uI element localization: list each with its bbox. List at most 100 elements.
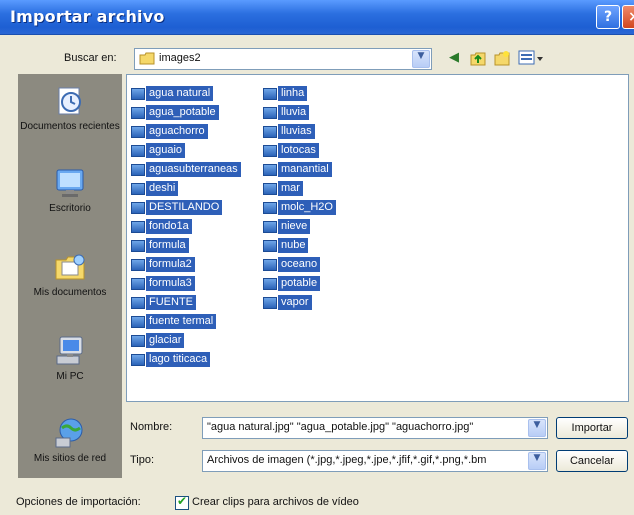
title-bar[interactable]: Importar archivo ? ×: [0, 0, 634, 35]
create-clips-checkbox[interactable]: ✔: [175, 494, 189, 510]
image-file-icon: [263, 164, 277, 176]
up-folder-button[interactable]: [468, 48, 488, 68]
file-name: DESTILANDO: [146, 200, 223, 215]
place-my-documents[interactable]: Mis documentos: [18, 250, 122, 299]
file-name: glaciar: [146, 333, 185, 348]
image-file-icon: [263, 183, 277, 195]
back-arrow-icon: ◀: [449, 50, 459, 65]
places-bar: Documentos recientes Escritorio Mis docu…: [18, 74, 122, 478]
file-name: mar: [278, 181, 303, 196]
place-label-my-computer: Mi PC: [56, 371, 84, 382]
image-file-icon: [263, 297, 277, 309]
file-name: oceano: [278, 257, 321, 272]
file-name: molc_H2O: [278, 200, 336, 215]
place-label-network: Mis sitios de red: [33, 453, 107, 464]
close-button[interactable]: ×: [622, 5, 634, 29]
place-label-desktop: Escritorio: [49, 203, 91, 214]
import-button[interactable]: Importar: [556, 417, 628, 439]
place-recent-documents[interactable]: Documentos recientes: [18, 84, 122, 133]
new-folder-icon: [494, 51, 510, 66]
network-places-icon: [55, 418, 83, 448]
image-file-icon: [131, 164, 145, 176]
file-name: vapor: [278, 295, 312, 310]
image-file-icon: [131, 183, 145, 195]
image-file-icon: [131, 107, 145, 119]
image-file-icon: [131, 335, 145, 347]
file-name: formula3: [146, 276, 195, 291]
file-name: potable: [278, 276, 321, 291]
new-folder-button[interactable]: [492, 48, 512, 68]
file-list[interactable]: agua natural agua_potable aguachorro aguaio…: [126, 74, 629, 402]
file-name: fuente termal: [146, 314, 217, 329]
view-menu-button[interactable]: [518, 48, 544, 68]
image-file-icon: [131, 126, 145, 138]
chevron-down-icon[interactable]: ▼: [528, 419, 546, 437]
image-file-icon: [263, 240, 277, 252]
chevron-down-icon[interactable]: ▼: [412, 50, 430, 68]
file-name: lluvias: [278, 124, 315, 139]
filename-label: Nombre:: [130, 421, 173, 433]
cancel-button[interactable]: Cancelar: [556, 450, 628, 472]
check-icon: ✔: [177, 494, 188, 508]
image-file-icon: [263, 107, 277, 119]
filename-input[interactable]: "agua natural.jpg" "agua_potable.jpg" "a…: [202, 417, 548, 439]
place-label-recent-documents: Documentos recientes: [20, 121, 120, 132]
file-name: formula: [146, 238, 189, 253]
folder-icon: [139, 52, 155, 65]
place-network[interactable]: Mis sitios de red: [18, 416, 122, 465]
chevron-down-icon[interactable]: ▼: [528, 452, 546, 470]
file-name: lluvia: [278, 105, 310, 120]
image-file-icon: [131, 297, 145, 309]
place-label-my-documents: Mis documentos: [33, 287, 107, 298]
image-file-icon: [131, 240, 145, 252]
up-folder-icon: [470, 52, 486, 66]
lookin-dropdown[interactable]: images2 ▼: [134, 48, 432, 70]
create-clips-label[interactable]: Crear clips para archivos de vídeo: [192, 496, 359, 508]
place-desktop[interactable]: Escritorio: [18, 166, 122, 215]
filetype-label: Tipo:: [130, 454, 155, 466]
recent-documents-icon: [58, 87, 81, 115]
filename-value: "agua natural.jpg" "agua_potable.jpg" "a…: [207, 421, 474, 433]
lookin-value: images2: [159, 52, 201, 64]
file-name: aguasubterraneas: [146, 162, 241, 177]
help-button[interactable]: ?: [596, 5, 620, 29]
file-name: nieve: [278, 219, 311, 234]
image-file-icon: [263, 88, 277, 100]
back-button[interactable]: ◀: [444, 48, 464, 68]
file-name: nube: [278, 238, 309, 253]
file-name: agua natural: [146, 86, 214, 101]
file-name: fondo1a: [146, 219, 192, 234]
place-my-computer[interactable]: Mi PC: [18, 334, 122, 383]
file-name: agua_potable: [146, 105, 219, 120]
file-name: aguachorro: [146, 124, 208, 139]
lookin-label: Buscar en:: [64, 52, 117, 64]
image-file-icon: [263, 145, 277, 157]
image-file-icon: [131, 278, 145, 290]
dialog-title: Importar archivo: [10, 7, 165, 26]
image-file-icon: [131, 259, 145, 271]
filetype-value: Archivos de imagen (*.jpg,*.jpeg,*.jpe,*…: [207, 454, 487, 466]
import-options-label: Opciones de importación:: [16, 496, 141, 508]
file-name: deshi: [146, 181, 179, 196]
view-menu-icon: [518, 50, 543, 65]
filetype-dropdown[interactable]: Archivos de imagen (*.jpg,*.jpeg,*.jpe,*…: [202, 450, 548, 472]
image-file-icon: [131, 354, 145, 366]
image-file-icon: [131, 145, 145, 157]
file-name: linha: [278, 86, 308, 101]
file-name: FUENTE: [146, 295, 196, 310]
my-documents-icon: [55, 254, 85, 280]
file-name: manantial: [278, 162, 332, 177]
my-computer-icon: [56, 336, 83, 365]
image-file-icon: [131, 202, 145, 214]
image-file-icon: [263, 221, 277, 233]
import-file-dialog: Importar archivo ? × Buscar en: images2 …: [0, 0, 634, 515]
image-file-icon: [263, 126, 277, 138]
file-name: lago titicaca: [146, 352, 211, 367]
file-name: aguaio: [146, 143, 186, 158]
help-icon: ?: [603, 9, 613, 25]
file-name: formula2: [146, 257, 195, 272]
close-icon: ×: [628, 9, 634, 25]
desktop-icon: [56, 169, 84, 197]
image-file-icon: [263, 278, 277, 290]
image-file-icon: [131, 221, 145, 233]
